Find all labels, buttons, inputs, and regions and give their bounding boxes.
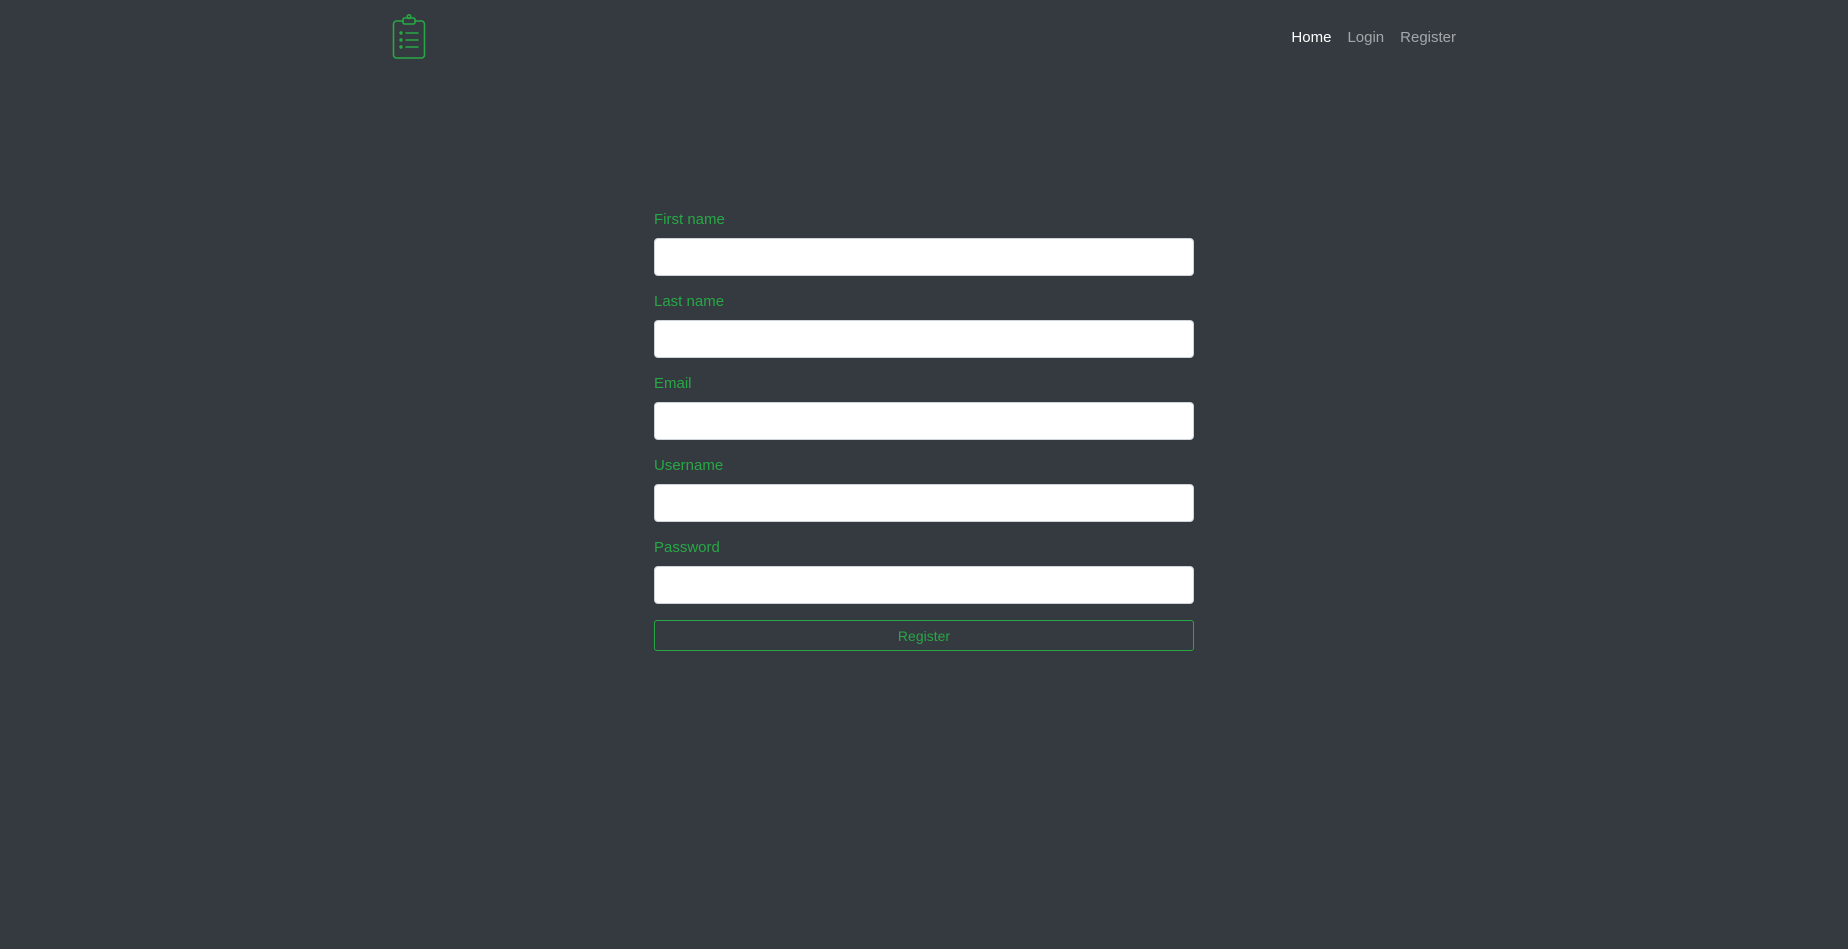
email-group: Email xyxy=(654,374,1194,440)
username-group: Username xyxy=(654,456,1194,522)
password-input[interactable] xyxy=(654,566,1194,604)
nav-link-register[interactable]: Register xyxy=(1400,26,1456,50)
last-name-group: Last name xyxy=(654,292,1194,358)
password-label: Password xyxy=(654,539,720,556)
first-name-label: First name xyxy=(654,211,725,228)
navbar: Home Login Register xyxy=(0,0,1848,76)
password-group: Password xyxy=(654,538,1194,604)
nav-link-login[interactable]: Login xyxy=(1347,26,1384,50)
email-label: Email xyxy=(654,375,692,392)
username-input[interactable] xyxy=(654,484,1194,522)
nav-link-home[interactable]: Home xyxy=(1291,26,1331,50)
first-name-group: First name xyxy=(654,210,1194,276)
first-name-input[interactable] xyxy=(654,238,1194,276)
register-form: First name Last name Email Username Pass… xyxy=(654,210,1194,651)
last-name-label: Last name xyxy=(654,293,725,310)
register-button[interactable]: Register xyxy=(654,620,1194,651)
username-label: Username xyxy=(654,457,724,474)
clipboard-list-icon xyxy=(392,14,426,59)
email-input[interactable] xyxy=(654,402,1194,440)
brand-logo[interactable] xyxy=(392,14,426,60)
last-name-input[interactable] xyxy=(654,320,1194,358)
nav-links: Home Login Register xyxy=(1291,26,1456,50)
